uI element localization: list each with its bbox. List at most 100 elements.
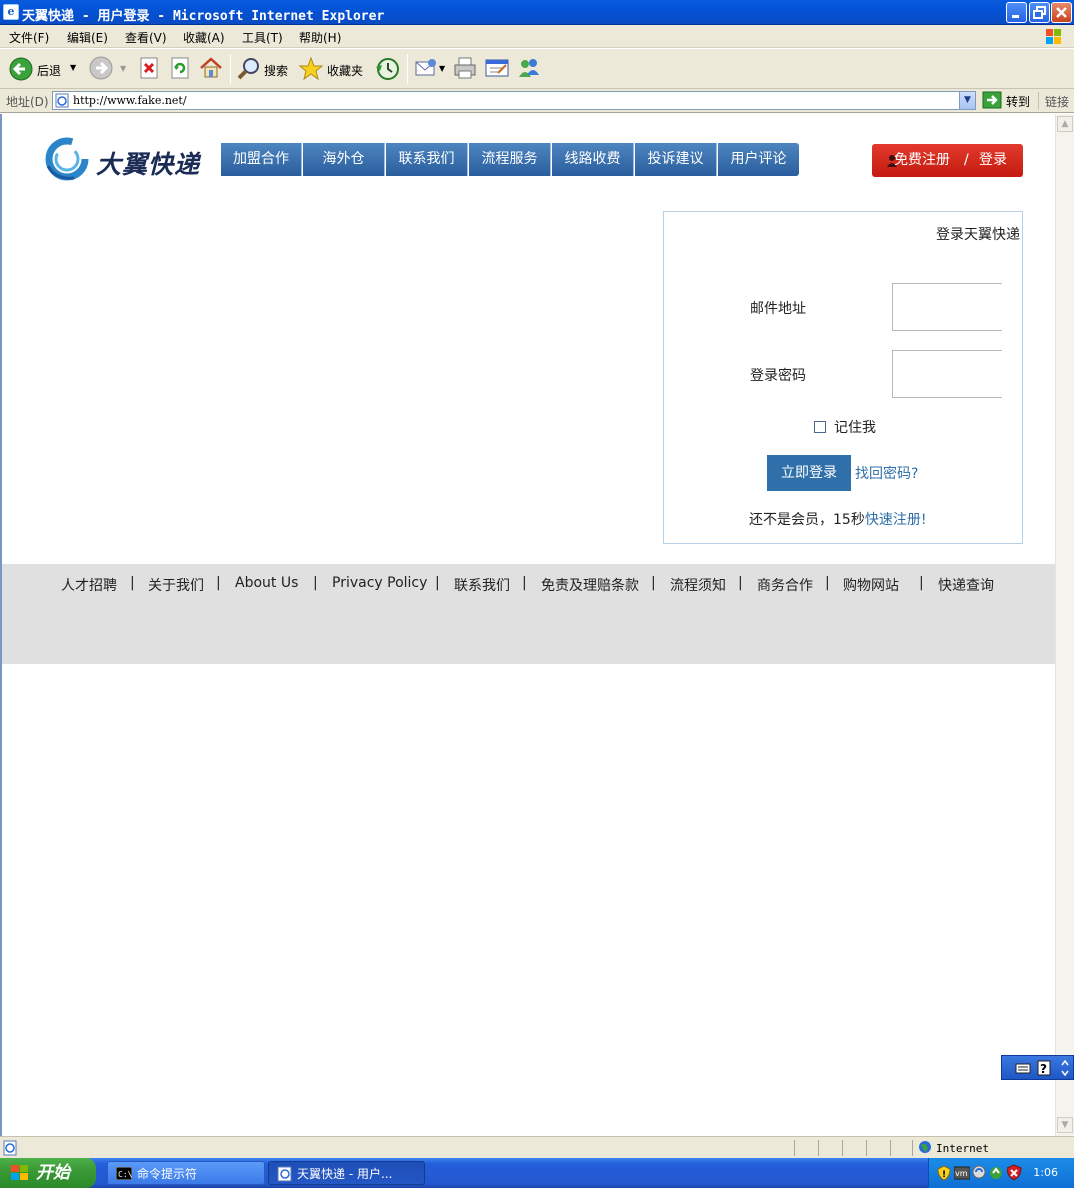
footer-contact[interactable]: 联系我们 [454,575,510,595]
window-titlebar[interactable]: e 天翼快递 - 用户登录 - Microsoft Internet Explo… [0,0,1074,25]
task-ie[interactable]: 天翼快递 - 用户... [268,1161,425,1185]
footer-careers[interactable]: 人才招聘 [61,575,117,595]
page-status-icon [3,1140,17,1156]
menu-view[interactable]: 查看(V) [125,29,167,46]
back-label: 后退 [37,64,62,78]
address-label: 地址(D) [6,95,49,109]
email-input[interactable] [892,283,1002,331]
stop-icon[interactable] [136,55,162,81]
status-divider [890,1140,891,1156]
site-logo-text[interactable]: 大翼快递 [96,145,200,181]
scroll-down-icon[interactable]: ▼ [1057,1117,1073,1133]
ie-icon: e [3,4,19,20]
restore-icon [1033,6,1046,19]
search-button[interactable]: 搜索 [234,53,294,85]
footer-business[interactable]: 商务合作 [757,575,813,595]
login-title: 登录天翼快递 [936,227,1020,243]
restore-button[interactable] [1029,2,1050,23]
ime-options-icon[interactable] [1060,1059,1070,1077]
network-icon[interactable] [972,1165,987,1180]
menu-file[interactable]: 文件(F) [9,29,49,46]
not-member-text: 还不是会员，15秒快速注册! [749,509,926,529]
print-icon[interactable] [452,55,478,81]
register-link[interactable]: 免费注册 [894,144,950,177]
login-link[interactable]: 登录 [979,144,1007,177]
clock[interactable]: 1:06 [1033,1166,1058,1179]
footer-separator: | [825,575,830,591]
windows-logo-icon [11,1165,28,1180]
windows-flag-icon [1046,29,1061,44]
favorites-button[interactable]: 收藏夹 [296,53,370,85]
footer-privacy[interactable]: Privacy Policy [332,575,427,591]
help-icon[interactable]: ? [1037,1060,1051,1076]
nav-process[interactable]: 流程服务 [469,143,551,176]
footer-tracking[interactable]: 快递查询 [938,575,994,595]
register-login-separator: / [964,152,969,168]
footer-about-cn[interactable]: 关于我们 [148,575,204,595]
remember-checkbox[interactable] [814,421,826,433]
vertical-scrollbar[interactable]: ▲ ▼ [1055,114,1074,1136]
minimize-button[interactable] [1006,2,1027,23]
back-dropdown-icon[interactable]: ▼ [70,63,76,72]
start-button[interactable]: 开始 [0,1158,96,1188]
nav-contact[interactable]: 联系我们 [386,143,468,176]
password-label: 登录密码 [750,368,806,384]
back-button[interactable]: 后退 ▼ [4,53,80,85]
footer-separator: | [435,575,440,591]
home-icon[interactable] [198,55,224,81]
footer-about-us[interactable]: About Us [235,575,298,591]
page-icon [55,93,69,108]
nav-complaints[interactable]: 投诉建议 [635,143,717,176]
status-divider [842,1140,843,1156]
task-ie-label: 天翼快递 - 用户... [297,1167,393,1181]
status-bar: Internet [0,1136,1074,1158]
back-arrow-icon [9,57,33,81]
menu-tools[interactable]: 工具(T) [242,29,283,46]
password-input[interactable] [892,350,1002,398]
forward-dropdown-icon[interactable]: ▼ [120,64,126,73]
security-alert-icon[interactable] [1007,1164,1022,1181]
address-dropdown-icon[interactable]: ▼ [959,92,975,109]
footer-separator: | [522,575,527,591]
ie-task-icon [277,1166,292,1182]
history-icon[interactable] [374,55,400,81]
quick-register-link[interactable]: 快速注册! [865,512,927,528]
email-label: 邮件地址 [750,301,806,317]
site-logo-icon[interactable] [44,136,90,182]
nav-franchise[interactable]: 加盟合作 [221,143,302,176]
mail-icon[interactable] [413,55,439,81]
close-button[interactable] [1051,2,1072,23]
menu-bar: 文件(F) 编辑(E) 查看(V) 收藏(A) 工具(T) 帮助(H) [0,25,1074,48]
vmware-icon[interactable]: vm [954,1166,970,1180]
taskbar: 开始 C:\ 命令提示符 天翼快递 - 用户... ! vm 1:06 [0,1158,1074,1188]
search-label: 搜索 [264,64,289,78]
forward-arrow-icon[interactable] [88,55,114,81]
ime-language-bar[interactable]: ? [1001,1055,1074,1080]
nav-overseas-warehouse[interactable]: 海外仓 [303,143,385,176]
messenger-icon[interactable] [516,55,542,81]
address-input[interactable]: http://www.fake.net/ ▼ [52,91,976,110]
login-submit-button[interactable]: 立即登录 [767,455,851,491]
go-arrow-icon[interactable] [982,91,1004,109]
security-shield-icon[interactable]: ! [937,1165,951,1181]
scroll-up-icon[interactable]: ▲ [1057,116,1073,132]
footer-disclaimer[interactable]: 免责及理赔条款 [541,575,639,595]
mail-dropdown-icon[interactable]: ▼ [439,64,445,73]
edit-icon[interactable] [484,55,510,81]
footer-shopping[interactable]: 购物网站 [843,575,899,595]
menu-favorites[interactable]: 收藏(A) [183,29,225,46]
links-button[interactable]: 链接 [1045,93,1069,110]
nav-rates[interactable]: 线路收费 [552,143,634,176]
menu-edit[interactable]: 编辑(E) [67,29,108,46]
forgot-password-link[interactable]: 找回密码? [855,463,918,483]
refresh-icon[interactable] [167,55,193,81]
footer-process-notes[interactable]: 流程须知 [670,575,726,595]
go-button[interactable]: 转到 [1006,93,1030,110]
update-icon[interactable] [989,1165,1004,1180]
status-divider [866,1140,867,1156]
keyboard-icon[interactable] [1015,1061,1031,1075]
nav-reviews[interactable]: 用户评论 [718,143,799,176]
menu-help[interactable]: 帮助(H) [299,29,341,46]
task-cmd[interactable]: C:\ 命令提示符 [107,1161,265,1185]
remember-label[interactable]: 记住我 [834,417,876,437]
